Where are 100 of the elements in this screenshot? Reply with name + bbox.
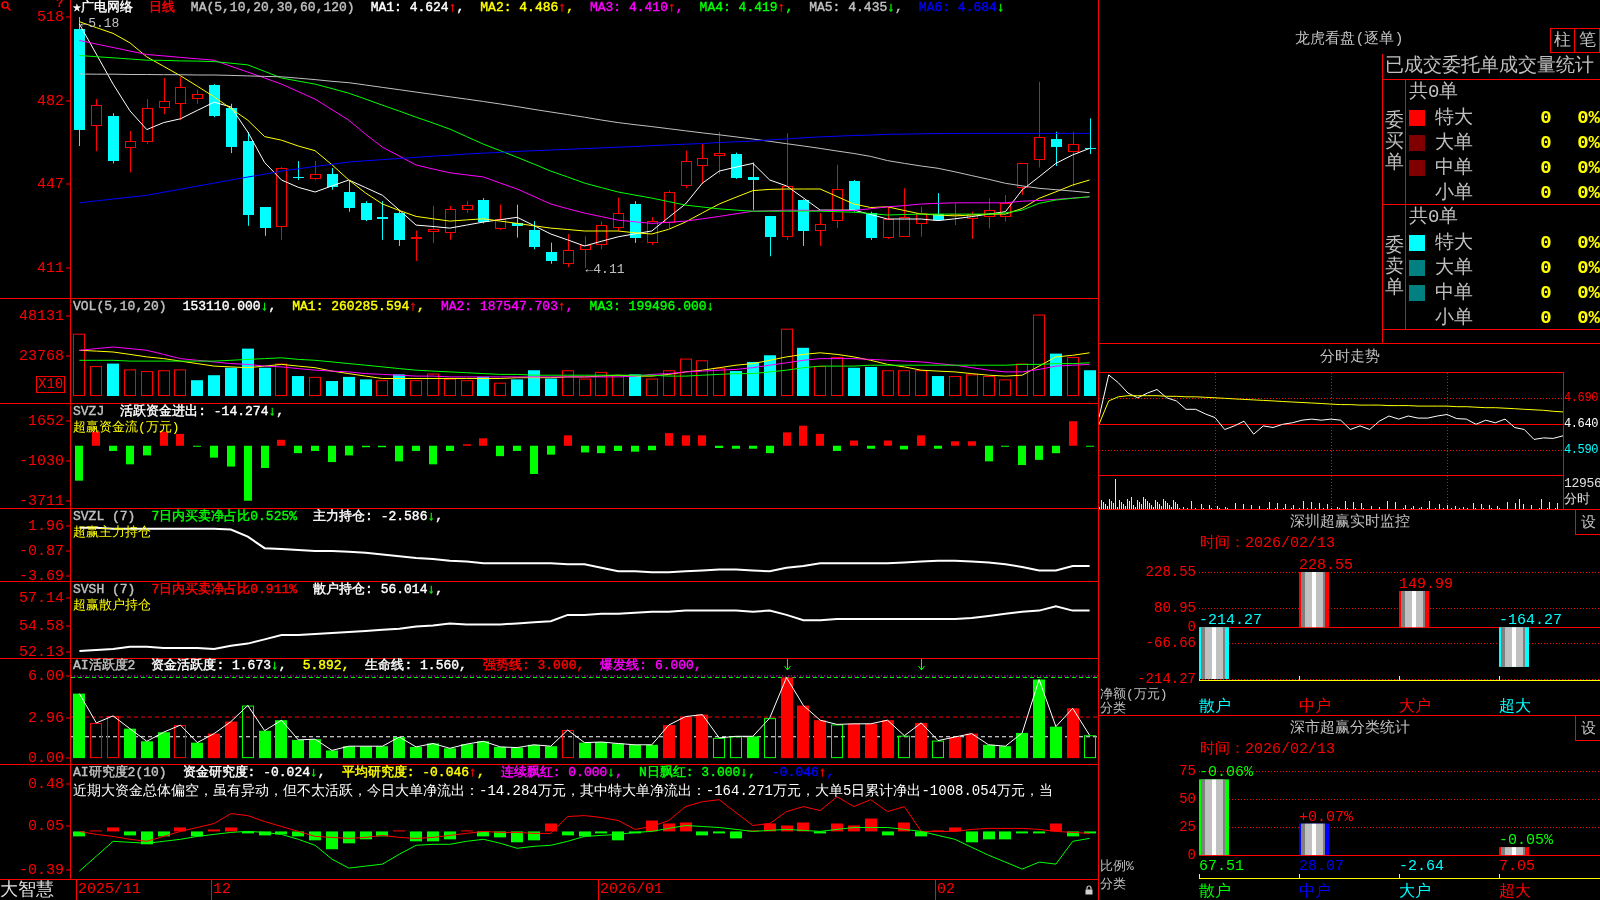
date-label: 12 bbox=[211, 880, 231, 900]
legend-text: SVZJ bbox=[73, 405, 105, 419]
axis-label: -0.39 bbox=[19, 862, 70, 878]
panel-title: 深市超赢分类统计 bbox=[1289, 718, 1410, 739]
order-total: 共0单 bbox=[1409, 80, 1459, 105]
order-count: 0 bbox=[1540, 256, 1552, 279]
category-label: 超大 bbox=[1499, 698, 1531, 715]
order-count: 0 bbox=[1540, 231, 1552, 254]
axis-label: 25 bbox=[1179, 819, 1196, 835]
legend-text: 强势线: 3.000, bbox=[482, 659, 585, 673]
legend-text: AI活跃度2 bbox=[73, 659, 136, 673]
bar-value-label: -214.27 bbox=[1199, 612, 1262, 630]
category-label: 散户 bbox=[1199, 883, 1231, 900]
axis-title: 分时 bbox=[1564, 492, 1590, 508]
category-label: 中户 bbox=[1299, 883, 1331, 900]
order-share: 0% bbox=[1577, 156, 1600, 179]
panel-title: 深圳超赢实时监控 bbox=[1289, 512, 1410, 533]
bar-value-label: -164.27 bbox=[1499, 612, 1562, 630]
legend-text: VOL(5,10,20) bbox=[73, 300, 167, 314]
axis-label: 0.48 bbox=[28, 776, 70, 792]
axis-label: 4.590 bbox=[1564, 443, 1598, 457]
legend-text: -0.046↑, bbox=[772, 766, 835, 780]
order-count: 0 bbox=[1540, 306, 1552, 329]
legend-text: 平均研究度: -0.046↑, bbox=[341, 766, 485, 780]
order-count: 0 bbox=[1540, 281, 1552, 304]
legend-text: 散户持仓: 56.014↓, bbox=[313, 583, 444, 597]
order-share: 0% bbox=[1577, 306, 1600, 329]
multiplier-label: X10 bbox=[36, 376, 66, 393]
legend-text: 爆发线: 6.000, bbox=[600, 659, 702, 673]
legend-text: MA(5,10,20,30,60,120) bbox=[190, 1, 355, 15]
axis-title: 比例% bbox=[1100, 858, 1134, 874]
axis-label: 23768 bbox=[19, 349, 70, 364]
order-share: 0% bbox=[1577, 231, 1600, 254]
indicator-caption: 超赢散户持仓 bbox=[73, 598, 151, 613]
axis-label: 228.55 bbox=[1145, 564, 1196, 580]
order-total: 共0单 bbox=[1409, 205, 1459, 230]
legend-text: 7日内买卖净占比0.525% bbox=[151, 510, 298, 524]
axis-label: -66.66 bbox=[1145, 635, 1196, 652]
legend-text: 主力持仓: -2.586↓, bbox=[313, 510, 444, 524]
order-size-label: 大单 bbox=[1435, 256, 1473, 279]
legend-text: AI研究度2(10) bbox=[73, 766, 167, 780]
axis-title: 分类 bbox=[1100, 700, 1126, 715]
date-label: 02 bbox=[935, 880, 955, 900]
category-label: 超大 bbox=[1499, 883, 1531, 900]
order-size-label: 小单 bbox=[1435, 306, 1473, 329]
axis-label: -3.69 bbox=[19, 568, 70, 584]
change-label: -0.06% bbox=[1199, 764, 1253, 782]
axis-label: 54.58 bbox=[19, 618, 70, 634]
order-size-label: 中单 bbox=[1435, 156, 1473, 179]
axis-label: 80.95 bbox=[1154, 599, 1196, 616]
price-marker-label: ←5.18 bbox=[80, 16, 120, 31]
order-share: 0% bbox=[1577, 181, 1600, 204]
legend-text: 活跃资金进出: -14.274↓, bbox=[120, 405, 285, 419]
axis-label: 50 bbox=[1179, 791, 1196, 807]
legend-text: MA4: 4.419↑, bbox=[699, 1, 794, 15]
category-label: 中户 bbox=[1299, 698, 1331, 715]
timestamp: 时间：2026/02/13 bbox=[1200, 535, 1335, 552]
bar-value-label: 67.51 bbox=[1199, 857, 1244, 875]
bar-value-label: 28.07 bbox=[1299, 857, 1344, 875]
axis-label: 6.00 bbox=[28, 668, 70, 684]
legend-text: MA1: 4.624↑, bbox=[370, 1, 465, 15]
change-label: -0.05% bbox=[1499, 832, 1553, 850]
axis-label: -3711 bbox=[19, 493, 70, 509]
table-title: 已成交委托单成交量统计 bbox=[1383, 54, 1600, 80]
legend-text: MA6: 4.684↓ bbox=[918, 1, 1005, 15]
legend-text: SVZL (7) bbox=[73, 510, 136, 524]
axis-label: -1030 bbox=[19, 453, 70, 469]
category-label: 散户 bbox=[1199, 698, 1231, 715]
legend-text: N日飘红: 3.000↓, bbox=[638, 766, 756, 780]
order-share: 0% bbox=[1577, 131, 1600, 154]
category-label: 大户 bbox=[1399, 698, 1431, 715]
indicator-caption: 超赢资金流(万元) bbox=[73, 420, 180, 435]
legend-text: MA5: 4.435↓, bbox=[809, 1, 903, 15]
order-size-label: 中单 bbox=[1435, 281, 1473, 304]
legend-text: 资金活跃度: 1.673↓, bbox=[151, 659, 287, 673]
axis-label: 1.96 bbox=[28, 518, 70, 533]
bar-value-label: 7.05 bbox=[1499, 857, 1535, 875]
bar-value-label: 149.99 bbox=[1399, 576, 1453, 593]
legend-text: 生命线: 1.560, bbox=[365, 659, 467, 673]
legend-text: 资金研究度: -0.024↓, bbox=[182, 766, 326, 780]
side-label: 委买单 bbox=[1384, 111, 1404, 174]
axis-label: 1652 bbox=[28, 413, 70, 429]
legend-text: MA1: 260285.594↑, bbox=[292, 300, 425, 314]
timestamp: 时间：2026/02/13 bbox=[1200, 741, 1335, 758]
legend-text: MA2: 187547.703↑, bbox=[440, 300, 574, 314]
legend-text: MA2: 4.486↑, bbox=[480, 1, 574, 15]
axis-label: 447 bbox=[37, 176, 70, 192]
legend-text: SVSH (7) bbox=[73, 583, 136, 597]
axis-label: 75 bbox=[1179, 763, 1196, 779]
brand-label: 大智慧 bbox=[0, 880, 54, 900]
order-count: 0 bbox=[1540, 106, 1552, 129]
order-share: 0% bbox=[1577, 106, 1600, 129]
axis-label: 4.640 bbox=[1564, 417, 1598, 431]
bar-value-label: 228.55 bbox=[1299, 557, 1353, 574]
axis-label: 518 bbox=[37, 9, 70, 25]
legend-text: MA3: 4.410↑, bbox=[589, 1, 684, 15]
legend-text: 日线 bbox=[148, 1, 175, 15]
side-label: 委卖单 bbox=[1384, 236, 1404, 299]
legend-text: MA3: 199496.000↓ bbox=[589, 300, 715, 314]
axis-label: 0.00 bbox=[28, 750, 70, 766]
